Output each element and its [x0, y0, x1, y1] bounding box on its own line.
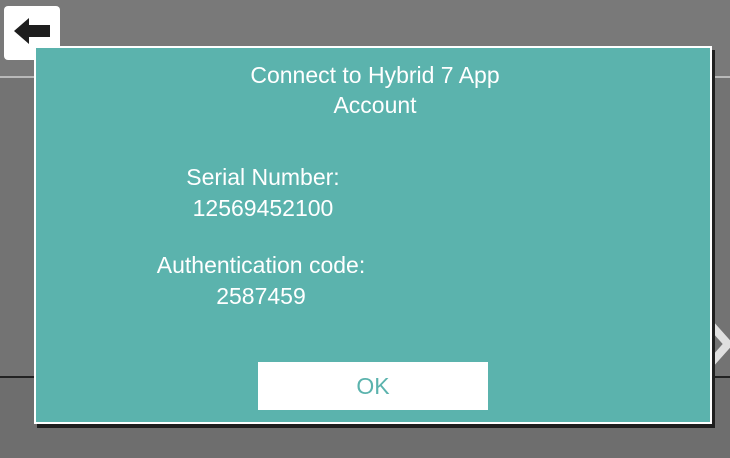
auth-code-block: Authentication code: 2587459	[126, 250, 396, 312]
dialog-title-line1: Connect to Hybrid 7 App	[250, 62, 500, 88]
serial-number-label: Serial Number:	[186, 164, 340, 190]
dialog-title: Connect to Hybrid 7 App Account	[36, 60, 714, 120]
serial-number-value: 12569452100	[192, 195, 334, 221]
serial-number-block: Serial Number: 12569452100	[156, 162, 370, 224]
auth-code-value: 2587459	[216, 283, 306, 309]
connect-app-dialog: Connect to Hybrid 7 App Account Serial N…	[34, 46, 712, 424]
auth-code-label: Authentication code:	[156, 252, 366, 278]
ok-button[interactable]: OK	[258, 362, 488, 410]
dialog-title-line2: Account	[333, 92, 417, 118]
